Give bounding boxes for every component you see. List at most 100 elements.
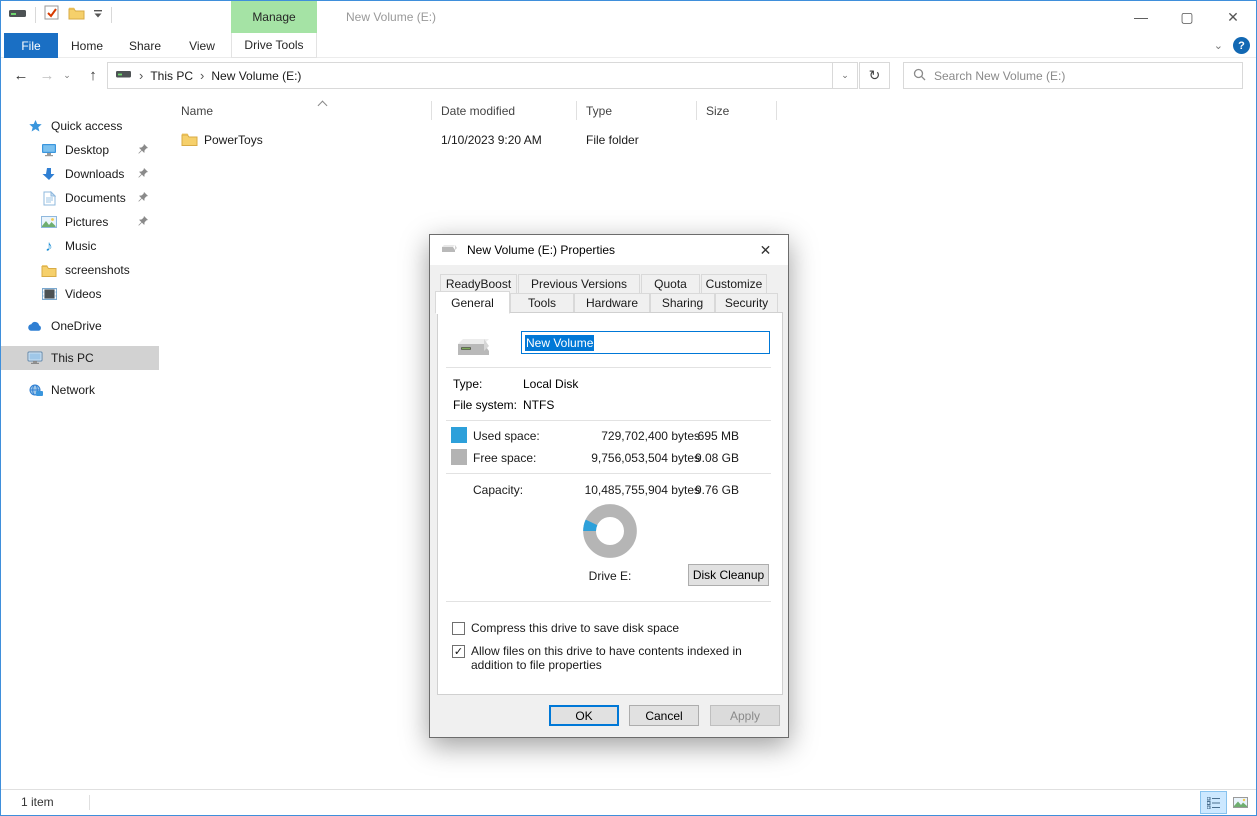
column-divider[interactable] (776, 101, 777, 120)
column-divider[interactable] (696, 101, 697, 120)
column-header-size[interactable]: Size (706, 99, 729, 123)
tab-view[interactable]: View (174, 33, 230, 58)
sidebar-item-network[interactable]: Network (1, 378, 159, 402)
tab-share[interactable]: Share (116, 33, 174, 58)
drive-icon (9, 7, 27, 23)
breadcrumb-this-pc[interactable]: This PC (150, 69, 193, 83)
quick-access-toolbar (9, 5, 112, 24)
tab-hardware[interactable]: Hardware (574, 293, 650, 313)
pin-icon (138, 167, 149, 181)
capacity-label: Capacity: (473, 483, 523, 497)
index-checkbox-row[interactable]: ✓ Allow files on this drive to have cont… (452, 644, 773, 672)
disk-usage-pie-chart (582, 503, 638, 559)
sidebar-item-music[interactable]: ♪ Music (1, 234, 159, 258)
drive-e-label: Drive E: (560, 569, 660, 583)
disk-cleanup-button[interactable]: Disk Cleanup (688, 564, 769, 586)
tab-home[interactable]: Home (58, 33, 116, 58)
manage-contextual-tab[interactable]: Manage (231, 1, 317, 33)
sidebar-item-screenshots[interactable]: screenshots (1, 258, 159, 282)
forward-button[interactable]: → (35, 63, 59, 87)
up-button[interactable]: ↑ (81, 63, 105, 87)
sidebar-item-label: This PC (51, 351, 94, 365)
search-input[interactable] (934, 69, 1214, 83)
column-divider[interactable] (576, 101, 577, 120)
address-dropdown-chevron-icon[interactable]: ⌄ (833, 62, 858, 89)
tab-drive-tools[interactable]: Drive Tools (231, 33, 317, 58)
address-toolbar: ← → ⌄ ↑ › This PC › New Volume (E:) ⌄ ↻ (1, 58, 1256, 93)
sidebar-item-label: OneDrive (51, 319, 102, 333)
help-icon[interactable]: ? (1233, 37, 1250, 54)
music-note-icon: ♪ (41, 238, 57, 254)
column-header-type[interactable]: Type (586, 99, 612, 123)
divider (446, 367, 771, 368)
desktop-icon (41, 142, 57, 158)
file-row-powertoys[interactable]: PowerToys 1/10/2023 9:20 AM File folder (161, 129, 1246, 151)
window-controls: — ▢ ✕ (1118, 1, 1256, 33)
ribbon-tab-strip: File Home Share View Drive Tools ⌄ ? (1, 33, 1256, 58)
search-box[interactable] (903, 62, 1243, 89)
thumbnail-view-button[interactable] (1227, 791, 1254, 814)
properties-dialog: New Volume (E:) Properties ✕ ReadyBoost … (429, 234, 789, 738)
breadcrumb[interactable]: › This PC › New Volume (E:) (107, 62, 833, 89)
used-space-size: 695 MB (679, 429, 739, 443)
dialog-title-bar[interactable]: New Volume (E:) Properties (430, 235, 788, 265)
compress-checkbox-label: Compress this drive to save disk space (471, 621, 773, 635)
tab-general[interactable]: General (435, 291, 510, 314)
sidebar-item-label: Music (65, 239, 96, 253)
apply-button[interactable]: Apply (710, 705, 780, 726)
tab-quota[interactable]: Quota (641, 274, 700, 294)
sidebar-item-label: Documents (65, 191, 126, 205)
column-header-name[interactable]: Name (181, 99, 213, 123)
tab-tools[interactable]: Tools (510, 293, 574, 313)
volume-label-input[interactable]: New Volume (521, 331, 770, 354)
ribbon-collapse-chevron-icon[interactable]: ⌄ (1214, 39, 1223, 52)
sidebar-item-label: Desktop (65, 143, 109, 157)
minimize-button[interactable]: — (1118, 1, 1164, 33)
sidebar-item-videos[interactable]: Videos (1, 282, 159, 306)
details-view-button[interactable] (1200, 791, 1227, 814)
maximize-button[interactable]: ▢ (1164, 1, 1210, 33)
sidebar-item-onedrive[interactable]: OneDrive (1, 314, 159, 338)
breadcrumb-separator-icon: › (139, 68, 143, 83)
divider (446, 601, 771, 602)
sidebar-item-label: Network (51, 383, 95, 397)
computer-icon (27, 350, 43, 366)
type-value: Local Disk (523, 377, 578, 391)
ok-button[interactable]: OK (549, 705, 619, 726)
sidebar-item-desktop[interactable]: Desktop (1, 138, 159, 162)
tab-file[interactable]: File (4, 33, 58, 58)
cancel-button[interactable]: Cancel (629, 705, 699, 726)
window-title: New Volume (E:) (346, 1, 436, 33)
column-divider[interactable] (431, 101, 432, 120)
refresh-button[interactable]: ↻ (859, 62, 890, 89)
sidebar-item-quick-access[interactable]: Quick access (1, 114, 159, 138)
sidebar-item-pictures[interactable]: Pictures (1, 210, 159, 234)
sidebar-item-documents[interactable]: Documents (1, 186, 159, 210)
drive-icon (116, 69, 132, 83)
network-icon (27, 382, 43, 398)
free-space-label: Free space: (473, 451, 536, 465)
new-folder-qat-icon[interactable] (68, 6, 85, 23)
sidebar-item-this-pc[interactable]: This PC (1, 346, 159, 370)
properties-qat-icon[interactable] (44, 5, 60, 24)
sidebar-item-downloads[interactable]: Downloads (1, 162, 159, 186)
breadcrumb-current[interactable]: New Volume (E:) (211, 69, 301, 83)
compress-checkbox-row[interactable]: Compress this drive to save disk space (452, 621, 773, 635)
sidebar-item-label: Videos (65, 287, 101, 301)
tab-security[interactable]: Security (715, 293, 778, 313)
tab-customize[interactable]: Customize (701, 274, 767, 294)
divider (111, 7, 112, 23)
history-chevron-icon[interactable]: ⌄ (59, 63, 75, 87)
dialog-close-button[interactable]: ✕ (743, 235, 788, 265)
customize-qat-chevron-icon[interactable] (93, 8, 103, 22)
free-arc (590, 511, 631, 552)
video-icon (41, 286, 57, 302)
back-button[interactable]: ← (9, 63, 33, 87)
tab-sharing[interactable]: Sharing (650, 293, 715, 313)
column-header-date-modified[interactable]: Date modified (441, 99, 515, 123)
tab-previous-versions[interactable]: Previous Versions (518, 274, 640, 294)
checkbox-checked-icon[interactable]: ✓ (452, 645, 465, 658)
drive-icon (454, 335, 492, 359)
close-button[interactable]: ✕ (1210, 1, 1256, 33)
checkbox-unchecked-icon[interactable] (452, 622, 465, 635)
